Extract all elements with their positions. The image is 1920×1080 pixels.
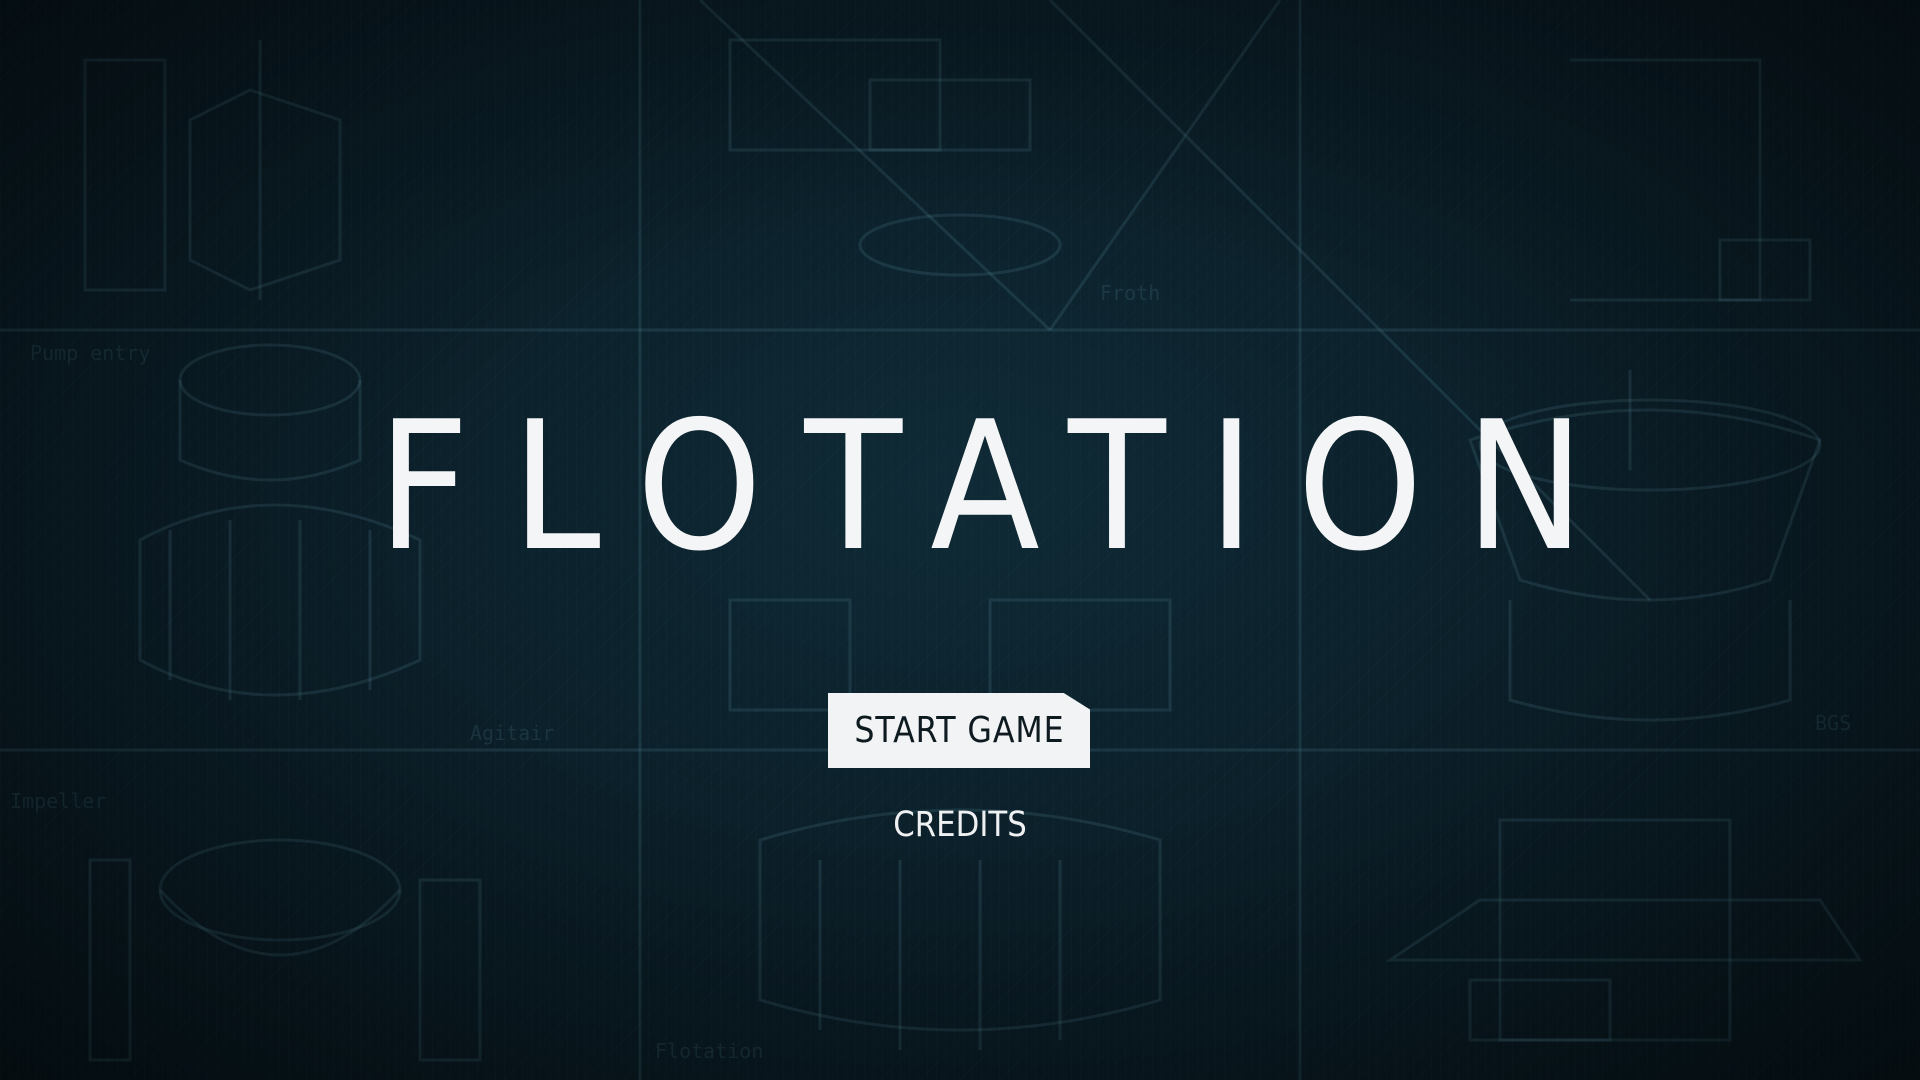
main-menu-screen: Pump entry Agitair Impeller Flotation BG… bbox=[0, 0, 1920, 1080]
credits-button[interactable]: CREDITS bbox=[872, 805, 1048, 845]
game-title: FLOTATION bbox=[377, 383, 1627, 590]
start-game-label: START GAME bbox=[853, 710, 1065, 751]
start-game-button[interactable]: START GAME bbox=[828, 693, 1090, 768]
